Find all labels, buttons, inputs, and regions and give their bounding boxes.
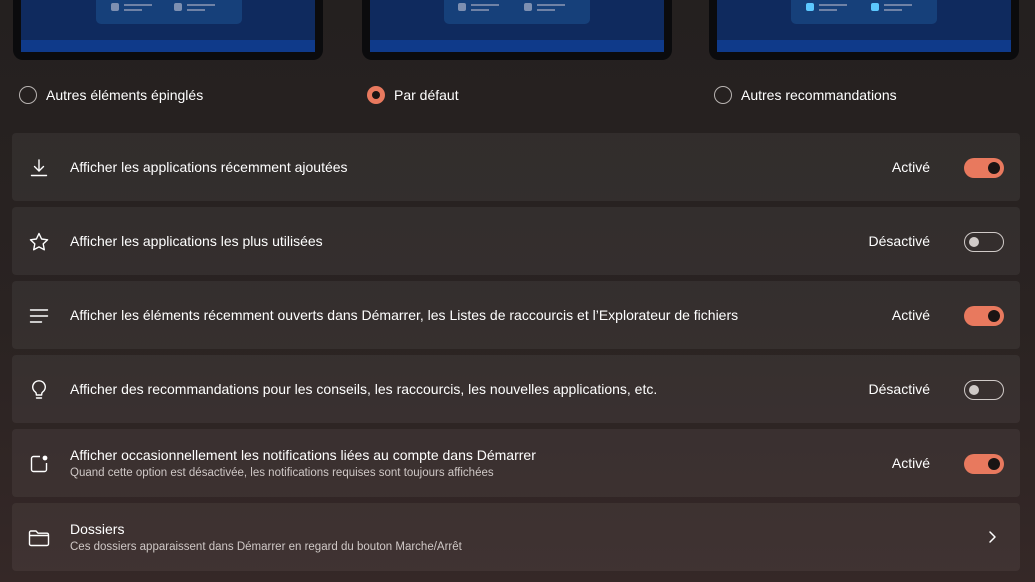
layout-preview-default[interactable] <box>362 0 672 60</box>
setting-recently-opened-items: Afficher les éléments récemment ouverts … <box>12 281 1020 349</box>
download-icon <box>28 157 50 179</box>
preview-item <box>174 2 220 14</box>
setting-folders[interactable]: Dossiers Ces dossiers apparaissent dans … <box>12 503 1020 571</box>
toggle-state-label: Désactivé <box>868 381 930 397</box>
toggle-switch[interactable] <box>964 454 1004 474</box>
toggle-switch[interactable] <box>964 158 1004 178</box>
toggle-state-label: Désactivé <box>868 233 930 249</box>
setting-texts: Afficher les éléments récemment ouverts … <box>70 281 738 349</box>
radio-default[interactable]: Par défaut <box>367 86 459 104</box>
lightbulb-icon <box>28 379 50 401</box>
preview-start-panel <box>96 0 242 24</box>
radio-circle[interactable] <box>714 86 732 104</box>
preview-item <box>111 2 157 14</box>
setting-texts: Dossiers Ces dossiers apparaissent dans … <box>70 503 462 571</box>
preview-item <box>458 2 504 14</box>
radio-label: Autres éléments épinglés <box>46 87 204 103</box>
toggle-switch[interactable] <box>964 380 1004 400</box>
setting-texts: Afficher des recommandations pour les co… <box>70 355 657 423</box>
toggle-state-label: Activé <box>891 455 930 471</box>
toggle-state-label: Activé <box>891 159 930 175</box>
radio-circle[interactable] <box>19 86 37 104</box>
radio-label: Par défaut <box>394 87 459 103</box>
preview-start-panel <box>444 0 590 24</box>
radio-more-recommendations[interactable]: Autres recommandations <box>714 86 897 104</box>
toggle-switch[interactable] <box>964 306 1004 326</box>
setting-title: Afficher les applications les plus utili… <box>70 233 323 249</box>
chevron-right-icon[interactable] <box>982 527 1002 547</box>
preview-screen <box>717 0 1011 52</box>
radio-more-pins[interactable]: Autres éléments épinglés <box>19 86 203 104</box>
setting-recommendations: Afficher des recommandations pour les co… <box>12 355 1020 423</box>
setting-texts: Afficher occasionnellement les notificat… <box>70 429 536 497</box>
setting-description: Ces dossiers apparaissent dans Démarrer … <box>70 541 462 553</box>
setting-texts: Afficher les applications les plus utili… <box>70 207 323 275</box>
toggle-switch[interactable] <box>964 232 1004 252</box>
setting-title: Afficher occasionnellement les notificat… <box>70 447 536 463</box>
radio-label: Autres recommandations <box>741 87 897 103</box>
folder-icon <box>28 527 50 549</box>
setting-description: Quand cette option est désactivée, les n… <box>70 467 494 479</box>
toggle-state-label: Activé <box>891 307 930 323</box>
setting-title: Afficher des recommandations pour les co… <box>70 381 658 397</box>
layout-preview-more-recommendations[interactable] <box>709 0 1019 60</box>
notification-badge-icon <box>28 453 50 475</box>
preview-taskbar <box>21 40 315 52</box>
preview-item <box>524 2 570 14</box>
setting-most-used-apps: Afficher les applications les plus utili… <box>12 207 1020 275</box>
setting-texts: Afficher les applications récemment ajou… <box>70 133 348 201</box>
preview-taskbar <box>717 40 1011 52</box>
preview-screen <box>21 0 315 52</box>
preview-item <box>806 2 852 14</box>
preview-item <box>871 2 917 14</box>
preview-screen <box>370 0 664 52</box>
preview-taskbar <box>370 40 664 52</box>
radio-circle[interactable] <box>367 86 385 104</box>
setting-title: Dossiers <box>70 521 125 537</box>
layout-preview-more-pins[interactable] <box>13 0 323 60</box>
star-icon <box>28 231 50 253</box>
setting-recently-added-apps: Afficher les applications récemment ajou… <box>12 133 1020 201</box>
setting-title: Afficher les applications récemment ajou… <box>70 159 348 175</box>
setting-account-notifications: Afficher occasionnellement les notificat… <box>12 429 1020 497</box>
preview-start-panel <box>791 0 937 24</box>
list-icon <box>28 305 50 327</box>
setting-title: Afficher les éléments récemment ouverts … <box>70 307 739 323</box>
